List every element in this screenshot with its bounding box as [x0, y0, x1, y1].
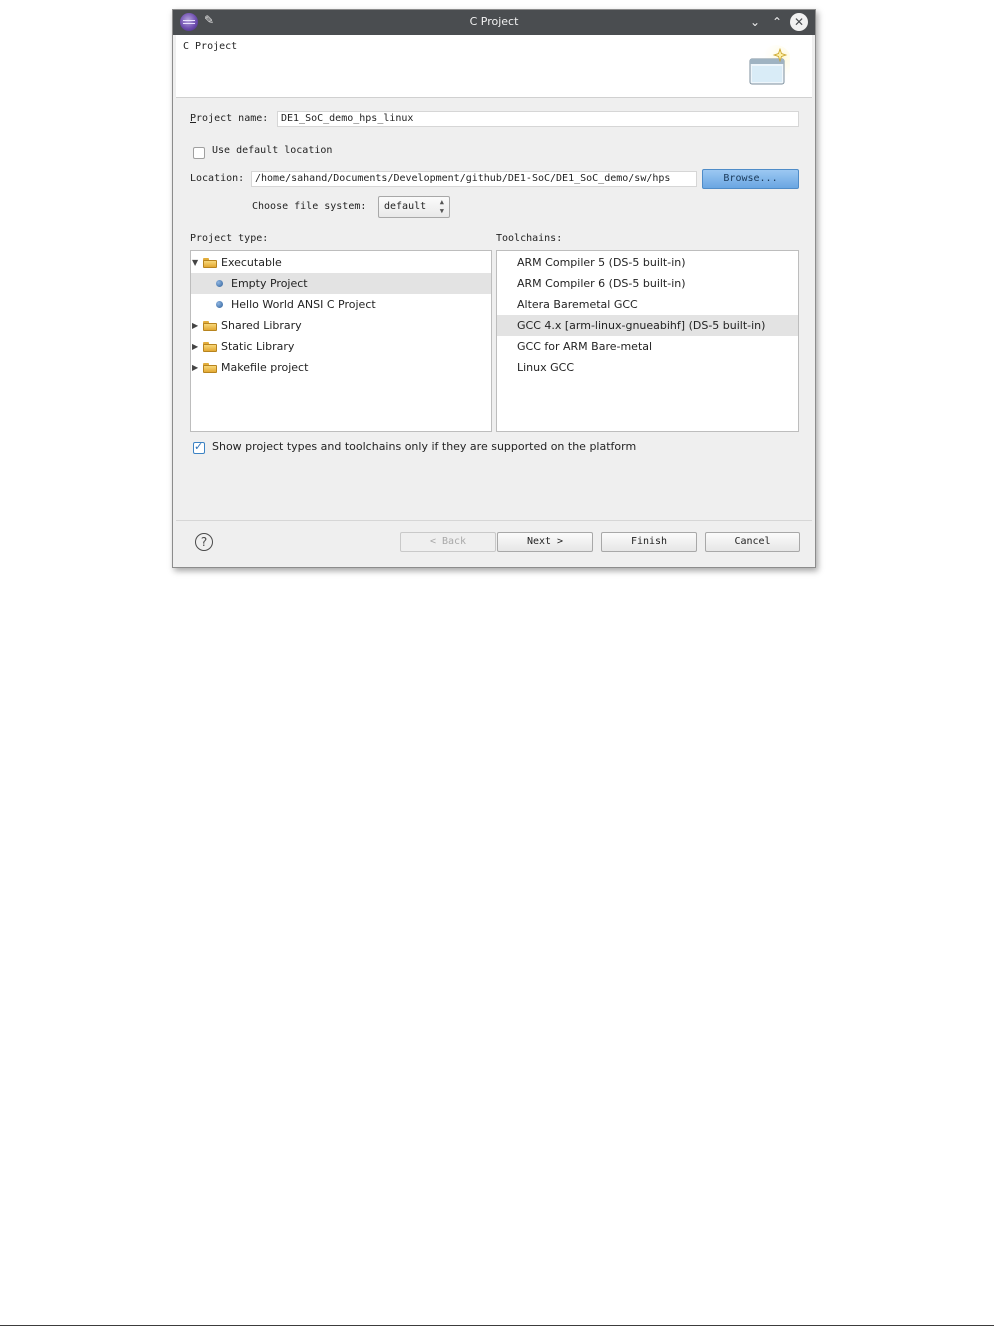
toolchain-item[interactable]: Altera Baremetal GCC [497, 294, 798, 315]
collapsed-arrow-icon[interactable]: ▶ [192, 357, 200, 378]
location-input[interactable]: /home/sahand/Documents/Development/githu… [251, 171, 697, 187]
browse-button[interactable]: Browse... [702, 169, 799, 189]
tree-item-label: Makefile project [221, 361, 309, 374]
toolchain-item[interactable]: ARM Compiler 5 (DS-5 built-in) [497, 252, 798, 273]
minimize-icon[interactable]: ⌄ [746, 13, 764, 31]
toolchain-label: ARM Compiler 5 (DS-5 built-in) [517, 256, 686, 269]
expanded-arrow-icon[interactable]: ▼ [192, 252, 200, 273]
tree-item-makefile-project[interactable]: ▶ Makefile project [191, 357, 491, 378]
toolchain-item[interactable]: ARM Compiler 6 (DS-5 built-in) [497, 273, 798, 294]
maximize-icon[interactable]: ⌃ [768, 13, 786, 31]
button-bar-separator [176, 520, 812, 521]
next-button[interactable]: Next > [497, 532, 593, 552]
tree-item-shared-library[interactable]: ▶ Shared Library [191, 315, 491, 336]
finish-button[interactable]: Finish [601, 532, 697, 552]
folder-icon [203, 342, 217, 352]
c-project-dialog: ✎ C Project ⌄ ⌃ ✕ C Project Project name… [172, 9, 816, 568]
tree-item-executable[interactable]: ▼ Executable [191, 252, 491, 273]
location-label: Location: [190, 173, 245, 184]
collapsed-arrow-icon[interactable]: ▶ [192, 336, 200, 357]
toolchain-label: ARM Compiler 6 (DS-5 built-in) [517, 277, 686, 290]
page-bottom-border [0, 1325, 994, 1326]
tree-item-static-library[interactable]: ▶ Static Library [191, 336, 491, 357]
spinner-arrows-icon: ▲ ▼ [439, 198, 444, 215]
toolchain-label: GCC 4.x [arm-linux-gnueabihf] (DS-5 buil… [517, 319, 766, 332]
use-default-location-label: Use default location [212, 145, 333, 156]
tree-item-label: Static Library [221, 340, 295, 353]
toolchain-item-selected[interactable]: GCC 4.x [arm-linux-gnueabihf] (DS-5 buil… [497, 315, 798, 336]
folder-icon [203, 363, 217, 373]
new-wizard-icon [749, 45, 790, 85]
show-supported-label: Show project types and toolchains only i… [212, 440, 637, 453]
use-default-location-checkbox[interactable] [193, 147, 205, 159]
tree-item-label: Empty Project [231, 277, 308, 290]
tree-item-label: Hello World ANSI C Project [231, 298, 376, 311]
file-system-label: Choose file system: [252, 201, 367, 212]
close-icon[interactable]: ✕ [790, 13, 808, 31]
wizard-banner: C Project [176, 35, 812, 98]
project-template-icon [216, 280, 223, 287]
project-type-heading: Project type: [190, 233, 269, 244]
tree-item-empty-project[interactable]: Empty Project [191, 273, 491, 294]
project-name-label: Project name: [190, 113, 269, 124]
collapsed-arrow-icon[interactable]: ▶ [192, 315, 200, 336]
toolchain-label: GCC for ARM Bare-metal [517, 340, 653, 353]
folder-icon [203, 321, 217, 331]
title-bar: ✎ C Project ⌄ ⌃ ✕ [173, 10, 815, 35]
toolchain-item[interactable]: GCC for ARM Bare-metal [497, 336, 798, 357]
tree-item-label: Shared Library [221, 319, 302, 332]
tree-item-label: Executable [221, 256, 282, 269]
project-template-icon [216, 301, 223, 308]
file-system-select[interactable]: default ▲ ▼ [378, 196, 450, 218]
show-supported-checkbox[interactable] [193, 440, 205, 454]
toolchain-label: Linux GCC [517, 361, 575, 374]
toolchains-list[interactable]: ARM Compiler 5 (DS-5 built-in) ARM Compi… [496, 250, 799, 432]
project-type-tree[interactable]: ▼ Executable Empty Project Hello World A… [190, 250, 492, 432]
banner-title: C Project [183, 41, 238, 52]
window-title: C Project [469, 15, 519, 28]
file-system-value: default [384, 201, 427, 212]
project-name-input[interactable]: DE1_SoC_demo_hps_linux [277, 111, 799, 127]
toolchains-heading: Toolchains: [496, 233, 563, 244]
cancel-button[interactable]: Cancel [705, 532, 800, 552]
back-button[interactable]: < Back [400, 532, 496, 552]
toolchain-label: Altera Baremetal GCC [517, 298, 638, 311]
tree-item-hello-world[interactable]: Hello World ANSI C Project [191, 294, 491, 315]
toolchain-item[interactable]: Linux GCC [497, 357, 798, 378]
folder-open-icon [203, 258, 217, 268]
help-icon[interactable]: ? [195, 533, 213, 551]
